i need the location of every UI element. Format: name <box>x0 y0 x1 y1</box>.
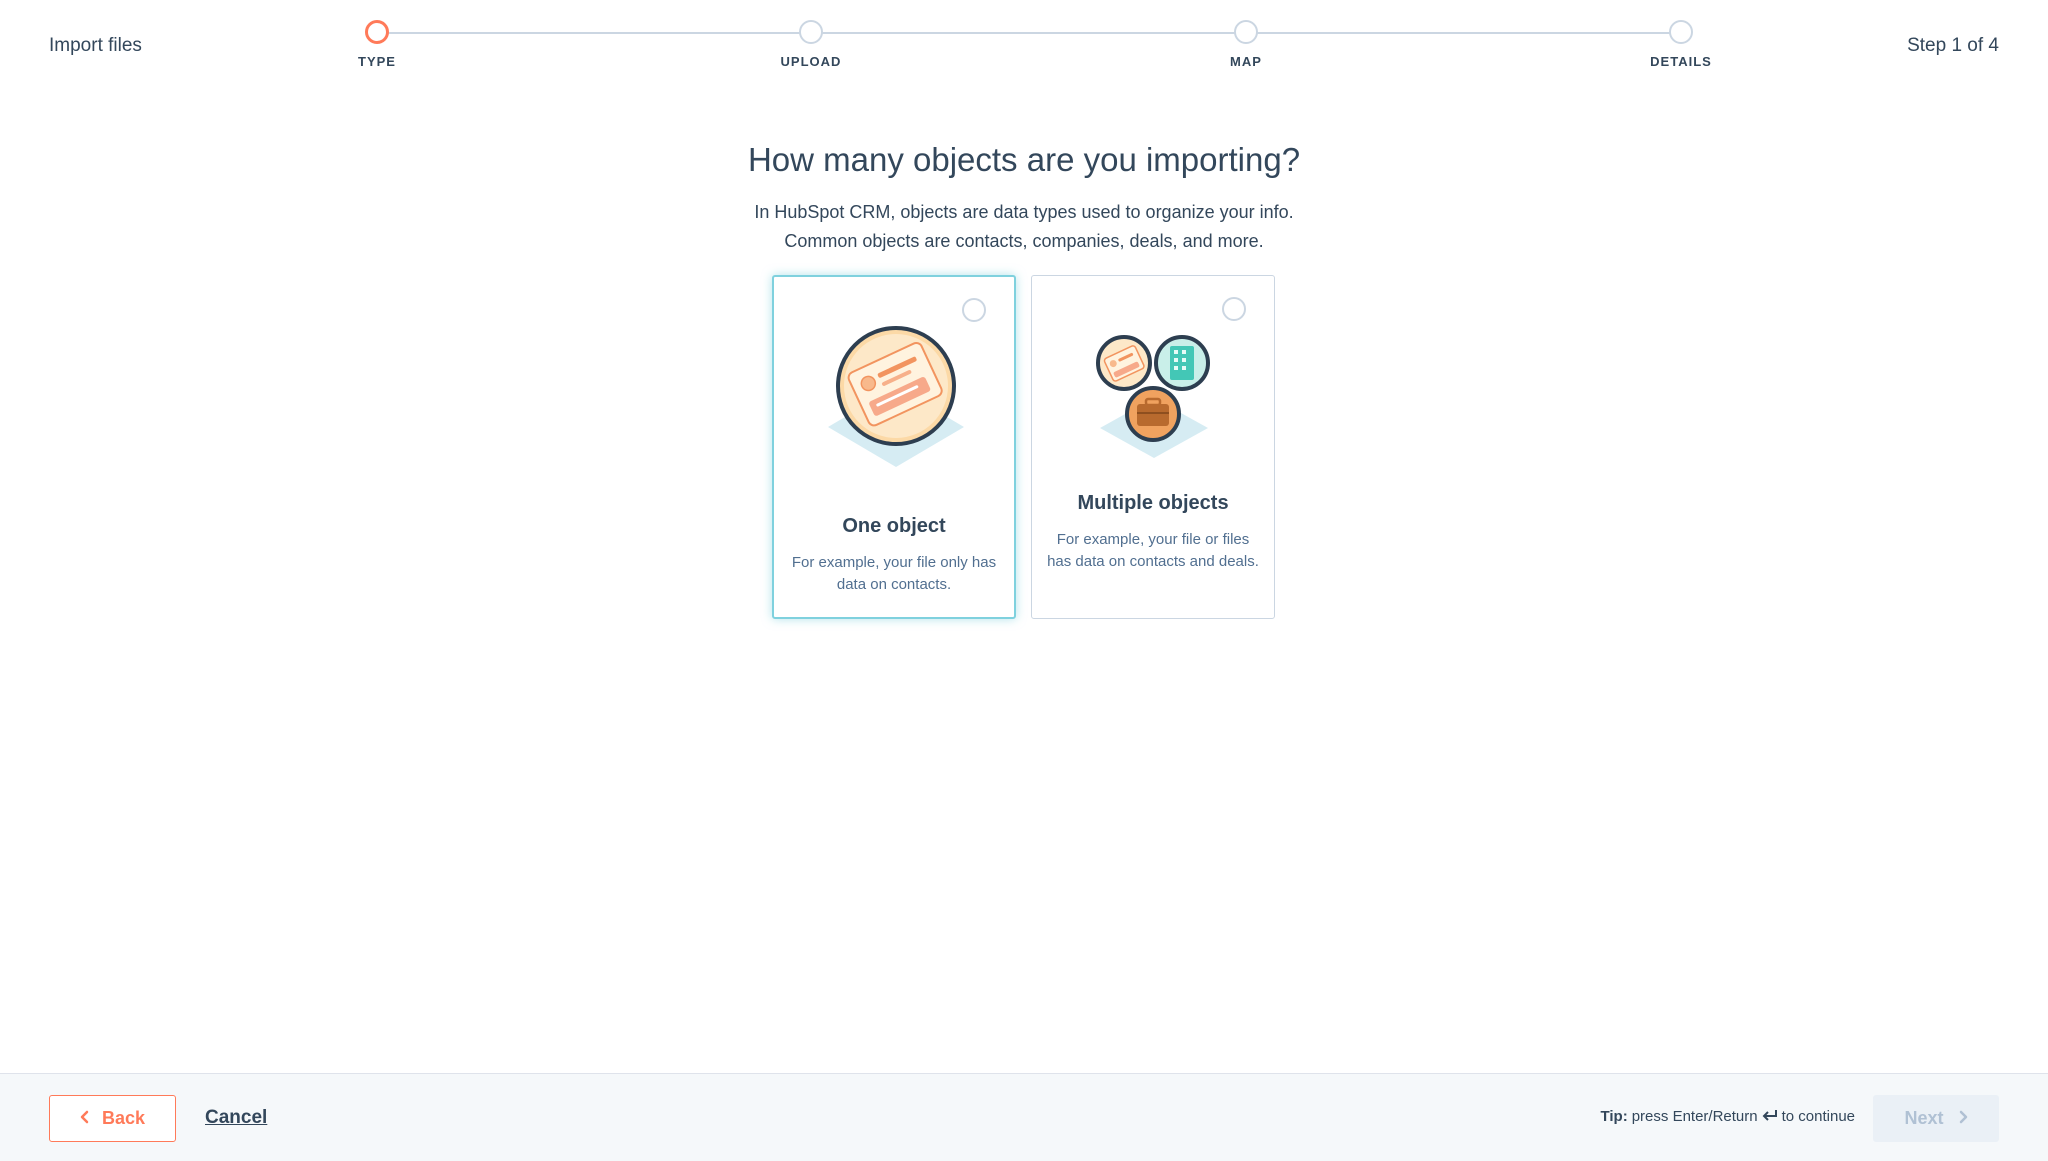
step-details: DETAILS <box>1601 20 1761 69</box>
keyboard-tip: Tip: press Enter/Return to continue <box>1601 1108 1856 1125</box>
step-indicator-icon <box>1669 20 1693 44</box>
option-title: One object <box>842 515 946 537</box>
step-label: DETAILS <box>1650 54 1712 69</box>
tip-suffix: to continue <box>1781 1108 1855 1125</box>
tip-prefix: Tip: <box>1600 1108 1628 1125</box>
object-count-options: One object For example, your file only h… <box>772 275 1276 620</box>
back-button[interactable]: Back <box>49 1095 176 1142</box>
contact-card-icon <box>774 317 1014 477</box>
one-object-option[interactable]: One object For example, your file only h… <box>772 275 1016 619</box>
stepper-track <box>377 32 1681 34</box>
multiple-objects-icon <box>1032 316 1274 476</box>
question-heading: How many objects are you importing? <box>747 141 1301 178</box>
option-title: Multiple objects <box>1077 492 1229 514</box>
progress-stepper: TYPE UPLOAD MAP DETAILS <box>358 20 1711 80</box>
step-label: TYPE <box>358 54 396 69</box>
chevron-right-icon <box>1958 1110 1968 1127</box>
step-type: TYPE <box>297 20 457 69</box>
multiple-objects-option[interactable]: Multiple objects For example, your file … <box>1031 275 1275 619</box>
step-label: UPLOAD <box>780 54 842 69</box>
description-line: In HubSpot CRM, objects are data types u… <box>754 202 1294 222</box>
step-indicator-icon <box>365 20 389 44</box>
option-description: For example, your file or files has data… <box>1047 531 1259 570</box>
step-indicator-icon <box>799 20 823 44</box>
tip-text: press Enter/Return <box>1631 1108 1758 1125</box>
step-map: MAP <box>1166 20 1326 69</box>
step-upload: UPLOAD <box>731 20 891 69</box>
main-content: How many objects are you importing? In H… <box>0 100 2048 619</box>
wizard-footer: Back Cancel Tip: press Enter/Return to c… <box>0 1073 2048 1161</box>
step-counter: Step 1 of 4 <box>1907 35 1999 56</box>
back-button-label: Back <box>101 1108 146 1128</box>
chevron-left-icon <box>80 1110 90 1127</box>
option-description: For example, your file only has data on … <box>791 554 997 593</box>
next-button-label: Next <box>1904 1108 1944 1128</box>
wizard-header: Import files TYPE UPLOAD MAP DETAILS Ste… <box>0 0 2048 100</box>
cancel-link[interactable]: Cancel <box>205 1107 267 1129</box>
return-key-icon <box>1762 1108 1778 1125</box>
next-button[interactable]: Next <box>1873 1095 1999 1142</box>
step-indicator-icon <box>1234 20 1258 44</box>
question-description: In HubSpot CRM, objects are data types u… <box>0 198 2048 256</box>
page-title: Import files <box>49 35 142 56</box>
step-label: MAP <box>1230 54 1262 69</box>
description-line: Common objects are contacts, companies, … <box>784 231 1264 251</box>
